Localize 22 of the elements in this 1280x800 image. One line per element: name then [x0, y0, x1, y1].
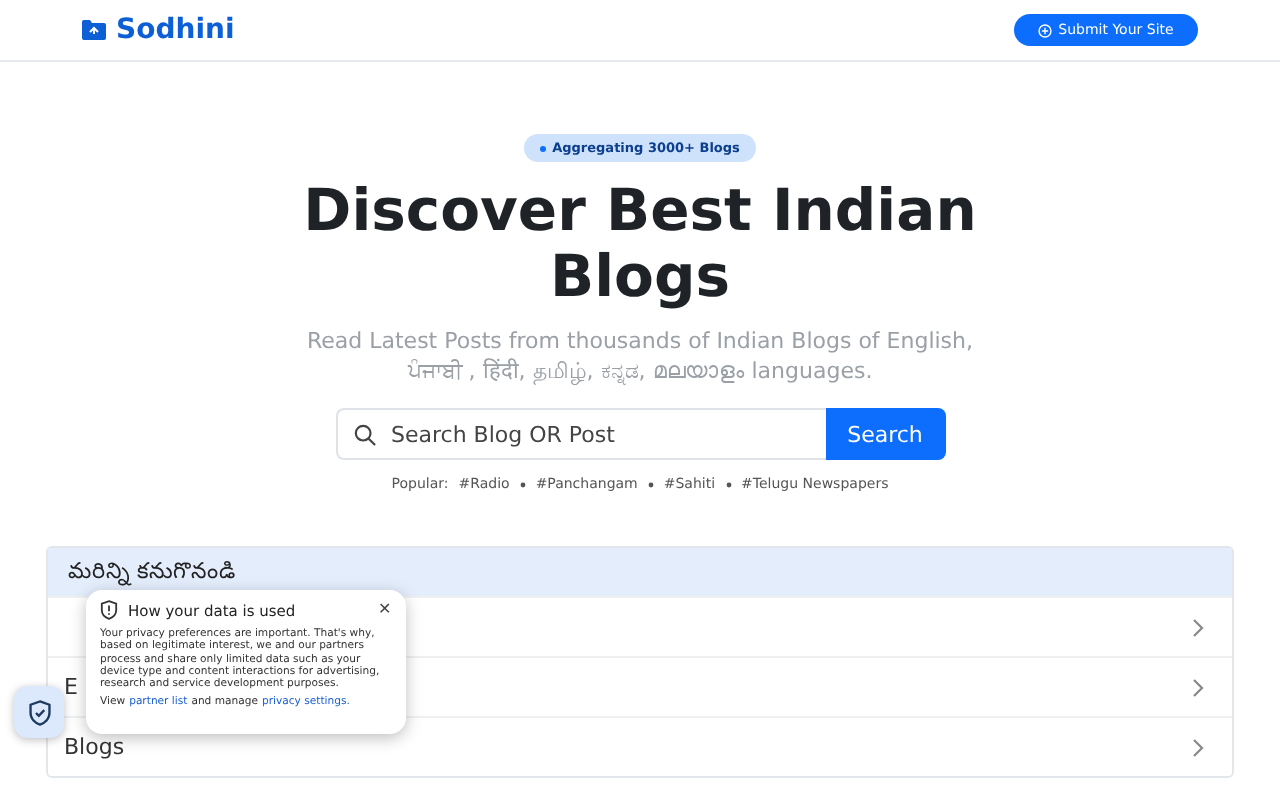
- separator-dot-icon: [725, 481, 732, 487]
- subtitle: Read Latest Posts from thousands of Indian Blogs of English,: [306, 326, 974, 356]
- separator-dot-icon: [647, 481, 654, 487]
- search-button[interactable]: Search: [825, 408, 945, 460]
- chevron-right-icon: [1192, 677, 1204, 697]
- search-field[interactable]: Search Blog OR Post: [335, 408, 825, 460]
- search-icon: [353, 423, 375, 445]
- separator-dot-icon: [519, 481, 526, 487]
- subtitle: ਪੰਜਾਬੀ , हिंदी, தமிழ், ಕನ್ನಡ, മലയാളം languages.: [407, 356, 873, 386]
- plus-circle-icon: [1038, 23, 1053, 37]
- chevron-right-icon: [1192, 617, 1204, 637]
- page-title: Discover Best Indian Blogs: [301, 178, 979, 310]
- row-label: E: [64, 674, 78, 700]
- shield-icon: [100, 600, 118, 620]
- folder-icon: [82, 20, 106, 40]
- close-button[interactable]: ✕: [378, 602, 392, 618]
- row-label: Blogs: [64, 734, 125, 760]
- shield-check-icon: [27, 699, 51, 725]
- site-logo[interactable]: Sodhini: [82, 14, 235, 46]
- card-title: మరిన్ని కనుగొనండి: [48, 548, 1232, 596]
- privacy-shield-button[interactable]: [14, 686, 64, 738]
- chevron-right-icon: [1192, 737, 1204, 757]
